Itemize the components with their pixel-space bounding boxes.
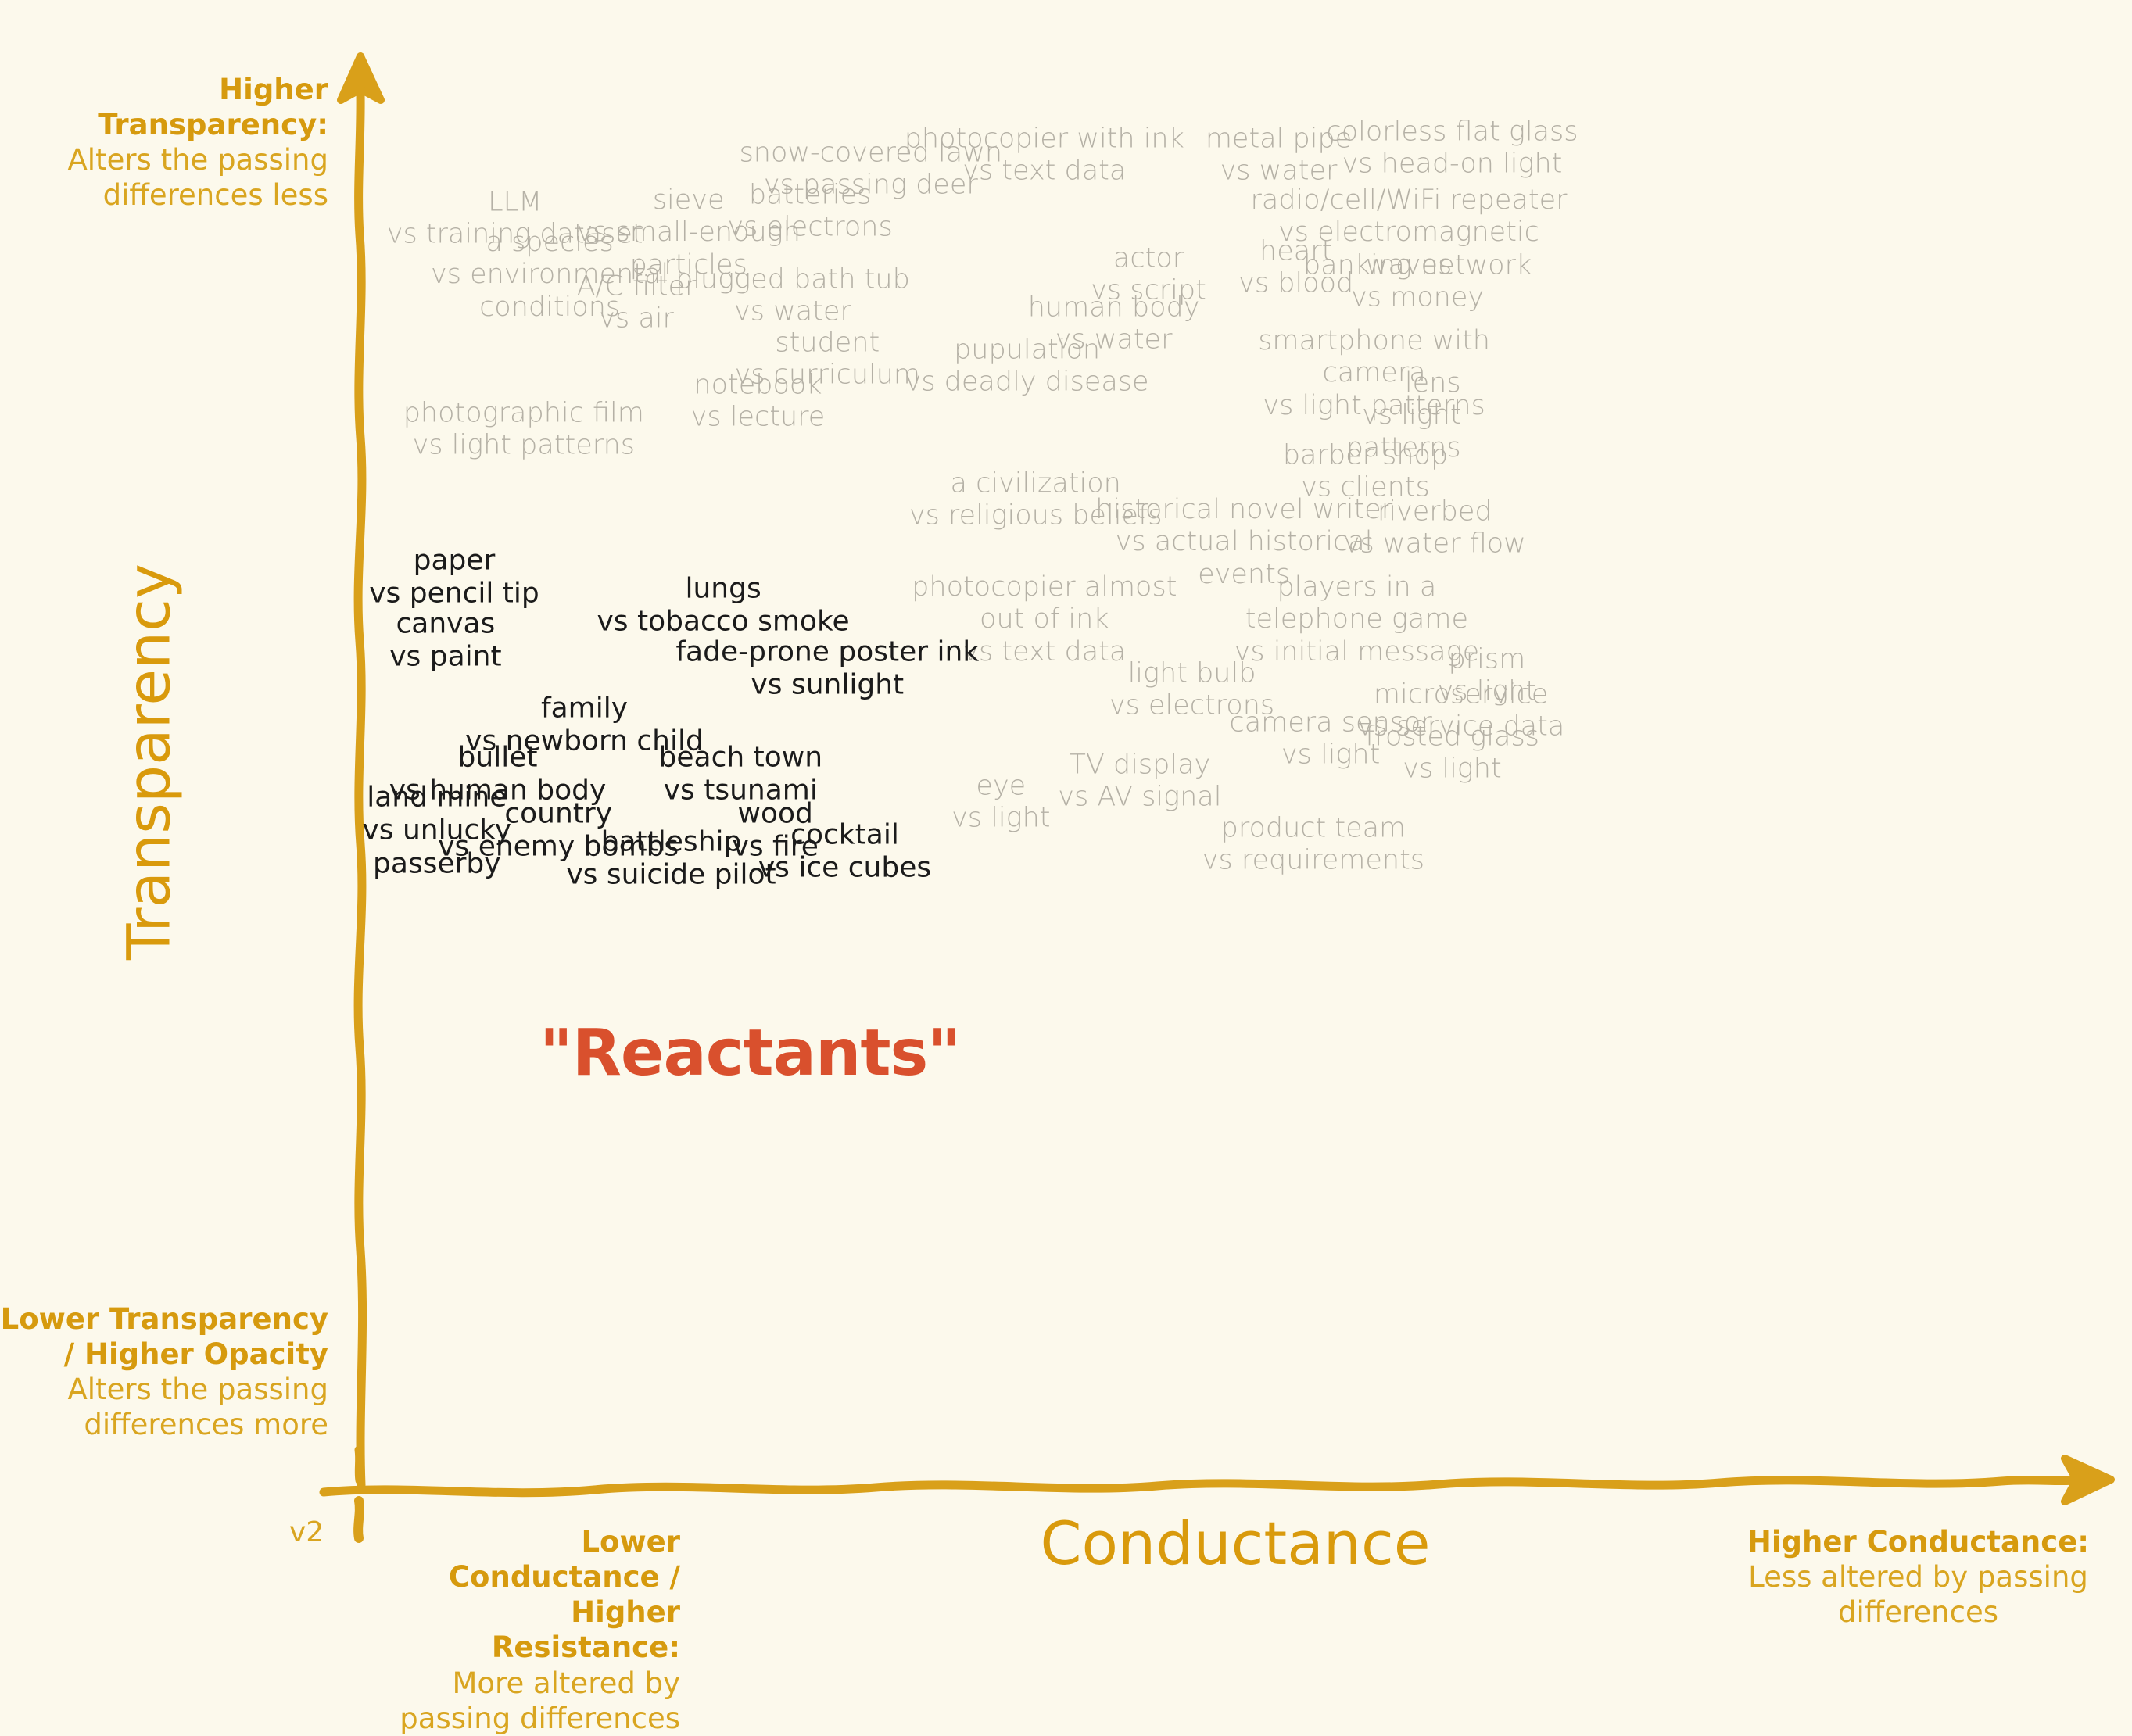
y-axis-low-caption-bold: Lower Transparency / Higher Opacity xyxy=(0,1302,328,1372)
scatter-label: product team vs requirements xyxy=(1202,812,1425,876)
scatter-label: plugged bath tub vs water xyxy=(675,263,910,328)
scatter-label: fade-prone poster ink vs sunlight xyxy=(675,635,980,701)
x-axis-line xyxy=(319,1476,2080,1498)
x-axis-high-caption-bold: Higher Conductance: xyxy=(1747,1525,2090,1559)
scatter-label: TV display vs AV signal xyxy=(1058,749,1222,813)
scatter-label: banking network vs money xyxy=(1302,249,1532,313)
scatter-label: eye vs light xyxy=(951,770,1051,834)
scatter-label: lungs vs tobacco smoke xyxy=(597,572,850,638)
y-axis-arrow-icon xyxy=(337,52,385,104)
scatter-label: frosted glass vs light xyxy=(1365,721,1539,785)
y-axis-high-caption: Higher Transparency: Alters the passing … xyxy=(0,72,328,213)
axes-group xyxy=(319,52,2115,1543)
origin-tick-lower xyxy=(353,1496,364,1543)
y-axis-low-caption-note: Alters the passing differences more xyxy=(67,1373,328,1442)
scatter-label: cocktail vs ice cubes xyxy=(758,818,932,884)
x-axis-low-caption-note: More altered by passing differences xyxy=(400,1666,680,1735)
scatter-label: colorless flat glass vs head-on light xyxy=(1326,116,1578,180)
x-axis-low-caption: Lower Conductance / Higher Resistance: M… xyxy=(389,1524,680,1736)
y-axis-high-caption-bold: Higher Transparency: xyxy=(98,73,328,142)
version-label: v2 xyxy=(289,1516,324,1548)
x-axis-high-caption-note: Less altered by passing differences xyxy=(1748,1560,2088,1630)
scatter-label: batteries vs electrons xyxy=(727,179,893,243)
y-axis-title: Transparency xyxy=(113,564,184,960)
x-axis-low-caption-bold: Lower Conductance / Higher Resistance: xyxy=(448,1525,680,1665)
y-axis-high-caption-note: Alters the passing differences less xyxy=(67,143,328,213)
scatter-label: photocopier with ink vs text data xyxy=(904,123,1184,187)
x-axis-title: Conductance xyxy=(1040,1509,1431,1578)
scatter-label: canvas vs paint xyxy=(389,607,502,673)
x-axis-high-caption: Higher Conductance: Less altered by pass… xyxy=(1704,1524,2132,1630)
scatter-label: pupulation vs deadly disease xyxy=(905,334,1149,398)
x-axis-arrow-icon xyxy=(2061,1455,2115,1505)
scatter-label: paper vs pencil tip xyxy=(369,544,539,610)
scatter-label: photographic film vs light patterns xyxy=(403,397,644,461)
origin-tick-upper xyxy=(354,1445,364,1485)
scatter-label: notebook vs lecture xyxy=(690,369,826,433)
reactants-annotation: "Reactants" xyxy=(539,1016,961,1090)
chart-canvas: Transparency Conductance Higher Transpar… xyxy=(0,0,2132,1735)
scatter-label: battleship vs suicide pilot xyxy=(566,825,776,891)
y-axis-low-caption: Lower Transparency / Higher Opacity Alte… xyxy=(0,1301,328,1443)
